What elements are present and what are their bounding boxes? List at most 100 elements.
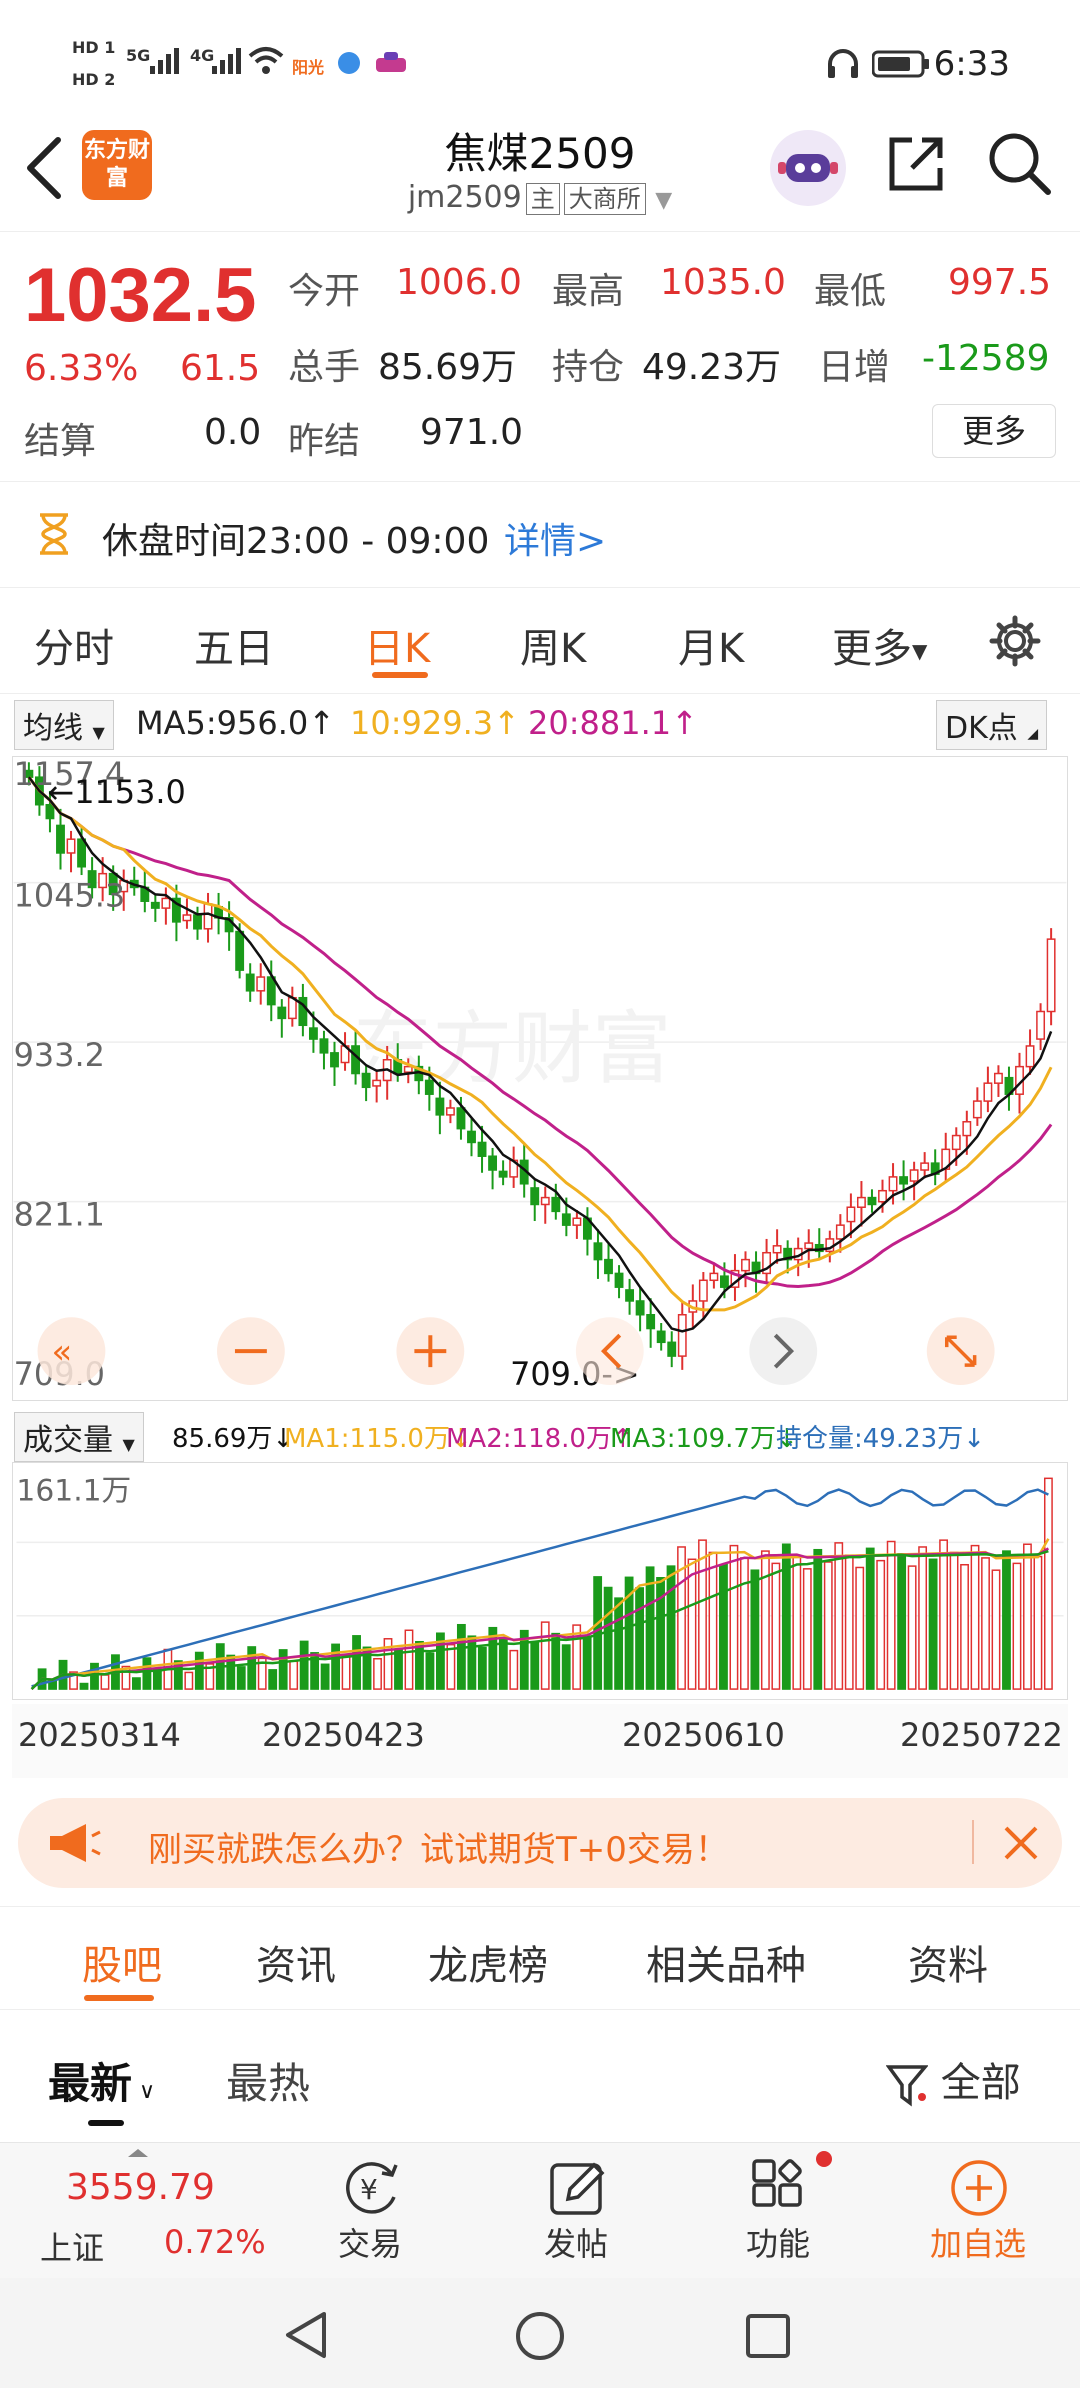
nav-trade[interactable]: ¥ 交易 bbox=[310, 2143, 430, 2279]
tab-news[interactable]: 资讯 bbox=[256, 1933, 336, 1991]
volume-bar bbox=[236, 1666, 246, 1690]
volume-bar bbox=[918, 1546, 928, 1690]
candle bbox=[899, 1176, 909, 1185]
candle bbox=[772, 1245, 782, 1254]
dropdown-icon: ▼ bbox=[92, 723, 105, 742]
tab-more[interactable]: 更多▼ bbox=[832, 616, 927, 674]
tab-related[interactable]: 相关品种 bbox=[646, 1933, 806, 1991]
candle bbox=[277, 1006, 287, 1020]
low-value: 997.5 bbox=[948, 262, 1052, 303]
gear-icon[interactable] bbox=[988, 614, 1042, 668]
max-price-label: 1153.0 bbox=[74, 773, 186, 811]
candle bbox=[456, 1107, 466, 1130]
zoom-out-button[interactable] bbox=[217, 1317, 285, 1386]
tab-five-day[interactable]: 五日 bbox=[194, 616, 274, 674]
candle bbox=[445, 1107, 455, 1116]
sort-hot[interactable]: 最热 bbox=[226, 2050, 310, 2111]
tab-weekly-k[interactable]: 周K bbox=[520, 616, 586, 674]
volume-bar bbox=[698, 1539, 707, 1690]
tab-profile[interactable]: 资料 bbox=[908, 1933, 988, 1991]
scroll-left-button[interactable]: « bbox=[37, 1317, 106, 1386]
svg-text:¥: ¥ bbox=[360, 2173, 378, 2206]
sort-latest[interactable]: 最新 ∨ bbox=[48, 2050, 155, 2111]
battery-icon bbox=[872, 50, 929, 78]
filter-button[interactable]: 全部 bbox=[885, 2050, 1021, 2108]
volume-bar bbox=[132, 1677, 141, 1690]
ma-selector[interactable]: 均线 ▼ bbox=[14, 700, 114, 750]
dk-point-toggle[interactable]: DK点 ◢ bbox=[936, 700, 1048, 750]
y-axis-label: 1045.3 bbox=[14, 877, 126, 915]
break-details-link[interactable]: 详情> bbox=[504, 512, 606, 564]
nav-add-watchlist[interactable]: 加自选 bbox=[918, 2143, 1038, 2279]
nav-functions[interactable]: 功能 bbox=[718, 2143, 838, 2279]
system-back-icon[interactable] bbox=[282, 2310, 332, 2360]
open-label: 今开 bbox=[288, 271, 361, 312]
next-button[interactable] bbox=[749, 1317, 818, 1386]
volume-bar bbox=[666, 1565, 676, 1690]
contract-code: jm2509 bbox=[407, 180, 522, 215]
date-axis: 20250314 20250423 20250610 20250722 bbox=[12, 1704, 1068, 1778]
nav-post-label: 发帖 bbox=[543, 2225, 608, 2263]
tab-top-traders[interactable]: 龙虎榜 bbox=[428, 1933, 548, 1991]
volume-bar bbox=[729, 1544, 739, 1690]
volume-chart[interactable]: 161.1万 bbox=[12, 1462, 1068, 1700]
prev-button[interactable] bbox=[575, 1317, 644, 1386]
candle bbox=[1036, 1010, 1046, 1040]
zoom-in-button[interactable] bbox=[396, 1317, 465, 1386]
change-percent: 6.33% bbox=[24, 348, 139, 389]
volume-bar bbox=[760, 1550, 770, 1690]
tab-daily-k[interactable]: 日K bbox=[364, 616, 430, 674]
megaphone-icon bbox=[50, 1824, 101, 1862]
volume-bar bbox=[802, 1568, 812, 1690]
candle bbox=[993, 1072, 1003, 1084]
volume-value: 85.69万↓ bbox=[172, 1424, 295, 1454]
volume-bar bbox=[719, 1563, 728, 1690]
ma10-value: 10:929.3↑ bbox=[350, 704, 520, 742]
volume-bar bbox=[142, 1657, 152, 1690]
candle bbox=[403, 1065, 413, 1073]
candle bbox=[951, 1134, 961, 1151]
date-label: 20250423 bbox=[262, 1716, 425, 1754]
system-home-icon[interactable] bbox=[514, 2310, 566, 2362]
search-icon[interactable] bbox=[986, 130, 1052, 196]
index-name: 上证 bbox=[40, 2229, 105, 2267]
chevron-down-icon: ∨ bbox=[132, 2079, 156, 2104]
promo-banner[interactable]: 刚买就跌怎么办？试试期货T+0交易！ bbox=[18, 1798, 1062, 1888]
nav-functions-label: 功能 bbox=[745, 2225, 810, 2263]
oi-value-label: 持仓量:49.23万 bbox=[776, 1424, 964, 1454]
nav-post[interactable]: 发帖 bbox=[516, 2143, 636, 2279]
sim2-label: HD 2 bbox=[72, 70, 116, 89]
corner-arrow-icon: ◢ bbox=[1027, 726, 1039, 742]
fullscreen-button[interactable] bbox=[926, 1317, 995, 1386]
volume-bar bbox=[184, 1671, 194, 1690]
volume-bar bbox=[813, 1548, 823, 1690]
volume-bar bbox=[341, 1655, 351, 1690]
system-recents-icon[interactable] bbox=[744, 2312, 792, 2360]
tab-monthly-k[interactable]: 月K bbox=[678, 616, 744, 674]
volume-bar bbox=[582, 1635, 592, 1690]
tab-intraday[interactable]: 分时 bbox=[34, 616, 114, 674]
candle bbox=[625, 1289, 635, 1302]
volume-bar bbox=[645, 1566, 655, 1690]
candle bbox=[846, 1206, 856, 1223]
banner-text: 刚买就跌怎么办？试试期货T+0交易！ bbox=[148, 1830, 729, 1870]
index-percent: 0.72% bbox=[164, 2223, 266, 2261]
share-icon[interactable] bbox=[884, 132, 948, 196]
prev-settle-value: 971.0 bbox=[420, 412, 524, 453]
system-nav-bar bbox=[0, 2278, 1080, 2388]
index-ticker[interactable]: 3559.79 上证 0.72% bbox=[40, 2143, 266, 2279]
candle bbox=[372, 1079, 382, 1087]
volume-selector[interactable]: 成交量 ▼ bbox=[14, 1412, 144, 1462]
kline-chart[interactable]: 东方财富 1157.4 1045.3 933.2 821.1 709.0 ←11… bbox=[12, 756, 1068, 1401]
ma20-label: 20:881.1 bbox=[528, 704, 672, 742]
more-button[interactable]: 更多 bbox=[932, 404, 1056, 458]
tab-forum[interactable]: 股吧 bbox=[82, 1933, 162, 1991]
close-icon[interactable] bbox=[1002, 1824, 1040, 1862]
break-time-text: 休盘时间23:00 - 09:00 bbox=[102, 521, 490, 562]
assistant-avatar-icon[interactable] bbox=[770, 130, 846, 206]
volume-bar bbox=[100, 1674, 110, 1690]
index-value: 3559.79 bbox=[66, 2167, 215, 2208]
nav-trade-label: 交易 bbox=[337, 2225, 402, 2263]
volume-bar bbox=[394, 1649, 403, 1690]
volume-bar bbox=[551, 1632, 561, 1690]
